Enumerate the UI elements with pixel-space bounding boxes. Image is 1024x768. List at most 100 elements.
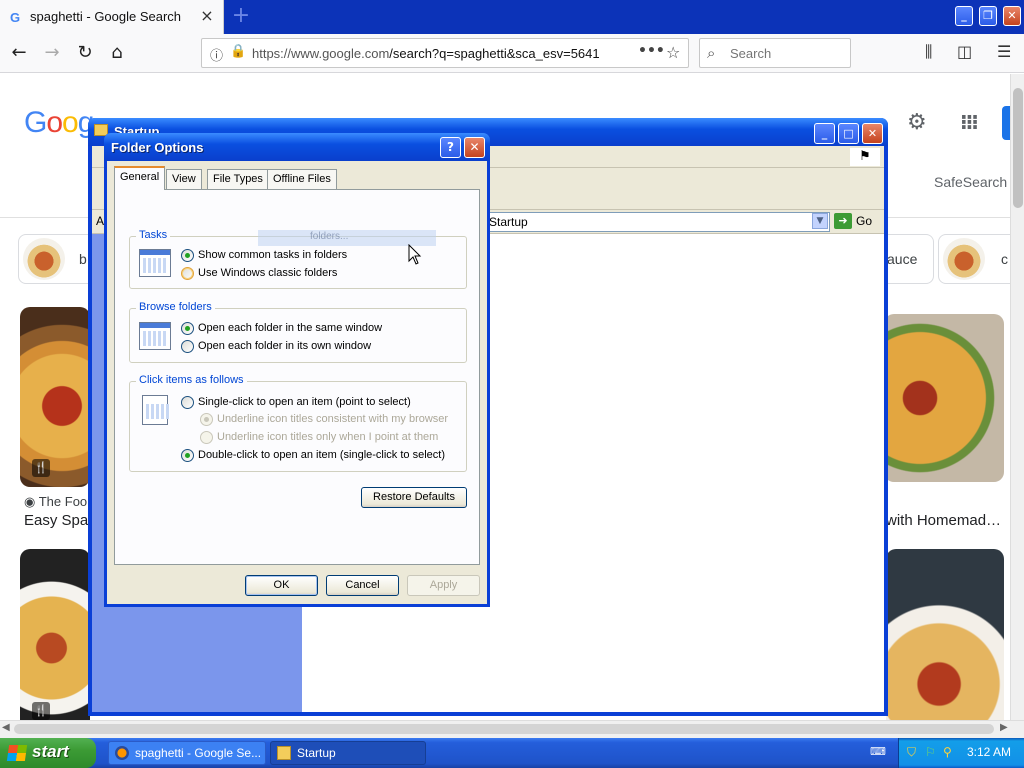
mouse-pointer-icon [408,244,422,265]
radio-label: Open each folder in its own window [198,340,372,352]
windows-logo-icon [6,745,28,761]
new-tab-button[interactable]: + [230,3,252,29]
back-button[interactable]: ← [5,39,33,67]
network-icon[interactable]: ⚐ [925,745,936,759]
radio-button[interactable] [200,431,213,444]
url-base: https://www.google.com [252,46,390,61]
browser-search-box[interactable]: ⌕ [699,38,851,68]
chip-label: c [1001,251,1008,267]
result-title[interactable]: with Homemad… [886,512,1001,529]
close-icon[interactable]: ✕ [464,137,485,158]
close-icon[interactable]: ✕ [862,123,883,144]
tab-file-types[interactable]: File Types [207,169,269,189]
radio-button[interactable] [181,340,194,353]
tab-offline-files[interactable]: Offline Files [267,169,337,189]
taskbar-item-browser[interactable]: spaghetti - Google Se... [108,741,266,765]
drag-ghost-text: folders... [310,231,349,242]
menu-icon[interactable]: ☰ [997,42,1011,61]
search-tray-icon[interactable]: ⚲ [943,745,952,759]
result-image[interactable] [886,549,1004,720]
tab-general[interactable]: General [114,166,166,190]
tab-close-icon[interactable]: × [198,6,216,26]
url-bar[interactable]: ⓘ 🔒 https://www.google.com/search?q=spag… [201,38,689,68]
dialog-body: General View File Types Offline Files Ta… [107,161,487,604]
chip-thumbnail [943,238,985,280]
restore-defaults-button[interactable]: Restore Defaults [361,487,467,508]
radio-button[interactable] [181,267,194,280]
start-button[interactable]: start [0,738,96,768]
minimize-icon[interactable]: _ [814,123,835,144]
apps-grid-icon[interactable]: ⁝⁝⁝ [960,110,979,134]
chip-thumbnail [23,238,65,280]
radio-button[interactable] [181,249,194,262]
url-text[interactable]: https://www.google.com/search?q=spaghett… [252,46,632,61]
radio-button[interactable] [181,396,194,409]
lock-icon: 🔒 [230,44,247,59]
scroll-right-icon[interactable]: ▶ [1000,722,1008,733]
radio-label: Show common tasks in folders [198,249,348,261]
home-button[interactable]: ⌂ [103,39,131,67]
forward-button[interactable]: → [38,39,66,67]
tab-view[interactable]: View [166,169,202,189]
reload-button[interactable]: ↻ [71,39,99,67]
page-actions-icon[interactable]: ••• [638,43,665,59]
group-title: Browse folders [136,301,215,313]
sidebar-icon[interactable]: ◫ [957,42,972,61]
minimize-icon[interactable]: _ [955,6,973,26]
radio-label: Use Windows classic folders [198,267,338,279]
pointer-illustration-icon [142,395,170,425]
keyboard-icon[interactable]: ⌨ [870,745,886,759]
taskbar-item-startup[interactable]: Startup [270,741,426,765]
browser-tab-strip: G spaghetti - Google Search × + _ ❐ ✕ [0,0,1024,34]
browser-icon [115,746,129,760]
dialog-titlebar[interactable]: Folder Options ? ✕ [104,133,490,161]
help-icon[interactable]: ? [440,137,461,158]
sign-in-button[interactable] [1002,106,1010,140]
scroll-thumb[interactable] [14,724,994,734]
address-field[interactable]: Startup [486,212,830,232]
filter-chip[interactable]: b [18,234,98,284]
radio-label: Underline icon titles consistent with my… [217,413,449,425]
browser-tab[interactable]: G spaghetti - Google Search × [0,0,224,34]
result-title[interactable]: Easy Spag [24,512,97,529]
page-vertical-scrollbar[interactable] [1010,74,1024,720]
start-label: start [32,742,69,761]
scroll-thumb[interactable] [1013,88,1023,208]
radio-button[interactable] [181,322,194,335]
folder-options-dialog: Folder Options ? ✕ General View File Typ… [104,133,490,607]
bookmark-star-icon[interactable]: ☆ [666,43,680,62]
google-logo[interactable]: Goog [24,106,94,140]
security-shield-icon[interactable]: ⛉ [907,745,916,760]
info-icon[interactable]: ⓘ [210,45,223,64]
maximize-icon[interactable]: □ [838,123,859,144]
apply-button[interactable]: Apply [407,575,480,596]
filter-chip[interactable]: c [938,234,1010,284]
result-image[interactable]: 🍴 [20,307,90,487]
tasks-illustration-icon [139,249,171,277]
library-icon[interactable]: ⫼ [925,42,932,62]
chevron-down-icon[interactable]: ▼ [812,213,828,229]
restore-icon[interactable]: ❐ [979,6,997,26]
result-image[interactable]: 🍴 [20,549,90,720]
go-button[interactable]: Go [856,214,872,228]
radio-label: Double-click to open an item (single-cli… [198,449,445,461]
search-input[interactable] [730,44,840,62]
scroll-left-icon[interactable]: ◀ [2,722,10,733]
dialog-title: Folder Options [111,140,204,155]
folder-icon [277,746,291,760]
go-arrow-icon[interactable]: ➜ [834,213,852,229]
recipe-icon: 🍴 [32,459,50,477]
result-image[interactable] [884,314,1004,482]
cancel-button[interactable]: Cancel [326,575,399,596]
system-tray: ⛉ ⚐ ⚲ 3:12 AM [898,738,1024,768]
close-window-icon[interactable]: ✕ [1003,6,1021,26]
result-source[interactable]: ◉ The Foo [24,494,87,510]
radio-button[interactable] [181,449,194,462]
recipe-icon: 🍴 [32,702,50,720]
page-horizontal-scrollbar[interactable]: ◀ ▶ [0,720,1024,738]
radio-label: Open each folder in the same window [198,322,383,334]
ok-button[interactable]: OK [245,575,318,596]
radio-button[interactable] [200,413,213,426]
safesearch-button[interactable]: SafeSearch [934,174,1007,190]
settings-gear-icon[interactable]: ⚙ [907,110,927,135]
